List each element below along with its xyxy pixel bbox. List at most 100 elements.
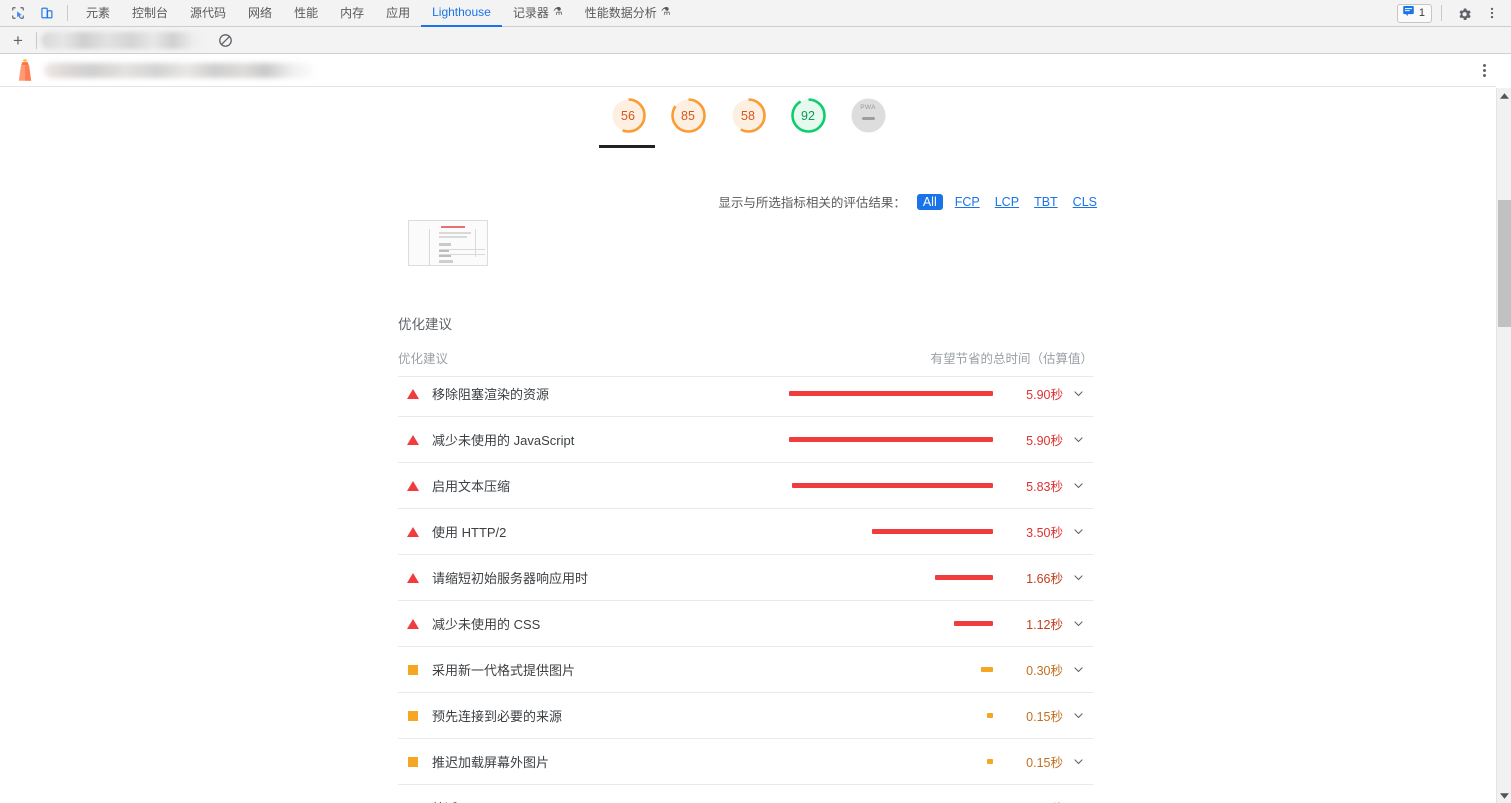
severity-medium-square-icon bbox=[398, 757, 428, 767]
gear-icon[interactable] bbox=[1451, 2, 1477, 24]
filter-pill-cls[interactable]: CLS bbox=[1070, 194, 1100, 210]
experimental-flask-icon: ⚗ bbox=[661, 7, 671, 18]
severity-high-triangle-icon bbox=[398, 435, 428, 445]
opportunities-table: 移除阻塞渲染的资源5.90秒减少未使用的 JavaScript5.90秒启用文本… bbox=[398, 371, 1093, 803]
gauge-performance[interactable]: 56 bbox=[609, 96, 648, 135]
tab-elements[interactable]: 元素 bbox=[75, 0, 121, 27]
table-row[interactable]: 减少未使用的 JavaScript5.90秒 bbox=[398, 417, 1093, 463]
scroll-down-arrow-icon[interactable] bbox=[1497, 788, 1511, 803]
savings-bar-cell bbox=[769, 529, 1001, 534]
no-entry-icon[interactable] bbox=[218, 33, 233, 48]
message-count-button[interactable]: 1 bbox=[1397, 4, 1432, 23]
scrollbar-thumb[interactable] bbox=[1498, 200, 1511, 327]
report-menu-icon[interactable] bbox=[1483, 64, 1486, 77]
audit-title: 启用文本压缩 bbox=[428, 476, 769, 495]
tab-lighthouse[interactable]: Lighthouse bbox=[421, 0, 502, 27]
gauge-pwa-label: PWA bbox=[849, 104, 888, 111]
tab-recorder[interactable]: 记录器 ⚗ bbox=[502, 0, 574, 27]
tab-label: Lighthouse bbox=[432, 5, 491, 19]
gauge-score-label: 85 bbox=[669, 96, 708, 135]
savings-bar bbox=[981, 667, 993, 672]
savings-time-label: 0.15秒 bbox=[1001, 798, 1063, 803]
table-row[interactable]: 移除阻塞渲染的资源5.90秒 bbox=[398, 371, 1093, 417]
gauge-pwa[interactable]: PWA bbox=[849, 96, 888, 135]
gauge-best-practices[interactable]: 58 bbox=[729, 96, 768, 135]
lighthouse-toolbar-divider bbox=[36, 32, 37, 49]
message-count-label: 1 bbox=[1419, 7, 1425, 19]
report-header bbox=[0, 54, 1496, 87]
triangle-icon bbox=[407, 573, 419, 583]
gauge-seo[interactable]: 92 bbox=[789, 96, 828, 135]
tab-label: 元素 bbox=[86, 4, 110, 21]
severity-high-triangle-icon bbox=[398, 619, 428, 629]
experimental-flask-icon: ⚗ bbox=[553, 7, 563, 18]
table-row[interactable]: 推迟加载屏幕外图片0.15秒 bbox=[398, 739, 1093, 785]
tab-performance-insights[interactable]: 性能数据分析 ⚗ bbox=[574, 0, 682, 27]
tab-memory[interactable]: 内存 bbox=[329, 0, 375, 27]
table-row[interactable]: 减少未使用的 CSS1.12秒 bbox=[398, 601, 1093, 647]
chevron-down-icon[interactable] bbox=[1063, 709, 1093, 722]
triangle-icon bbox=[407, 527, 419, 537]
audit-title: 使用 HTTP/2 bbox=[428, 522, 769, 541]
device-toolbar-icon[interactable] bbox=[34, 2, 60, 24]
savings-bar-cell bbox=[769, 713, 1001, 718]
chevron-down-icon[interactable] bbox=[1063, 571, 1093, 584]
more-vertical-icon[interactable] bbox=[1479, 2, 1505, 24]
scroll-up-arrow-icon[interactable] bbox=[1497, 88, 1511, 103]
tab-sources[interactable]: 源代码 bbox=[179, 0, 237, 27]
table-row[interactable]: 请缩短初始服务器响应用时1.66秒 bbox=[398, 555, 1093, 601]
table-row[interactable]: 采用新一代格式提供图片0.30秒 bbox=[398, 647, 1093, 693]
filter-pill-tbt[interactable]: TBT bbox=[1031, 194, 1061, 210]
tab-label: 记录器 bbox=[513, 4, 549, 21]
savings-time-label: 1.12秒 bbox=[1001, 614, 1063, 633]
chevron-down-icon[interactable] bbox=[1063, 617, 1093, 630]
savings-bar-cell bbox=[769, 575, 1001, 580]
audit-title: 请缩短初始服务器响应用时 bbox=[428, 568, 769, 587]
audit-title: 减少未使用的 JavaScript bbox=[428, 430, 769, 449]
tab-label: 控制台 bbox=[132, 4, 168, 21]
filter-pill-fcp[interactable]: FCP bbox=[952, 194, 983, 210]
chevron-down-icon[interactable] bbox=[1063, 755, 1093, 768]
savings-bar bbox=[789, 391, 993, 396]
column-header-name: 优化建议 bbox=[398, 348, 448, 367]
gauge-accessibility[interactable]: 85 bbox=[669, 96, 708, 135]
chevron-down-icon[interactable] bbox=[1063, 387, 1093, 400]
gauge-pwa-dash-icon bbox=[862, 117, 875, 120]
report-selector-blurred[interactable] bbox=[41, 32, 206, 49]
table-row[interactable]: 启用文本压缩 5.83秒 bbox=[398, 463, 1093, 509]
new-report-button[interactable]: + bbox=[4, 29, 32, 51]
audit-title: 预先连接到必要的来源 bbox=[428, 706, 769, 725]
table-row[interactable]: 使用 HTTP/23.50秒 bbox=[398, 509, 1093, 555]
tab-network[interactable]: 网络 bbox=[237, 0, 283, 27]
audit-title: 推迟加载屏幕外图片 bbox=[428, 752, 769, 771]
filter-pill-lcp[interactable]: LCP bbox=[992, 194, 1022, 210]
tab-application[interactable]: 应用 bbox=[375, 0, 421, 27]
column-header-savings: 有望节省的总时间（估算值） bbox=[930, 348, 1093, 367]
table-row[interactable]: 预先连接到必要的来源0.15秒 bbox=[398, 693, 1093, 739]
savings-time-label: 0.30秒 bbox=[1001, 660, 1063, 679]
toolbar-divider bbox=[67, 5, 68, 21]
savings-bar-cell bbox=[769, 667, 1001, 672]
savings-time-label: 5.90秒 bbox=[1001, 384, 1063, 403]
savings-bar bbox=[789, 437, 993, 442]
savings-bar bbox=[954, 621, 993, 626]
tab-console[interactable]: 控制台 bbox=[121, 0, 179, 27]
inspect-element-icon[interactable] bbox=[5, 2, 31, 24]
tab-label: 网络 bbox=[248, 4, 272, 21]
triangle-icon bbox=[407, 619, 419, 629]
chevron-down-icon[interactable] bbox=[1063, 663, 1093, 676]
chevron-down-icon[interactable] bbox=[1063, 433, 1093, 446]
table-row[interactable]: 缩减 JavaScript0.15秒 bbox=[398, 785, 1093, 803]
savings-bar bbox=[872, 529, 993, 534]
toolbar-icon-group bbox=[0, 2, 60, 24]
vertical-scrollbar[interactable] bbox=[1496, 88, 1511, 803]
savings-time-label: 5.83秒 bbox=[1001, 476, 1063, 495]
chevron-down-icon[interactable] bbox=[1063, 479, 1093, 492]
opportunities-section-title: 优化建议 bbox=[398, 313, 452, 333]
tab-performance[interactable]: 性能 bbox=[283, 0, 329, 27]
savings-bar-cell bbox=[769, 759, 1001, 764]
severity-medium-square-icon bbox=[398, 665, 428, 675]
chevron-down-icon[interactable] bbox=[1063, 525, 1093, 538]
filter-pill-all[interactable]: All bbox=[917, 194, 943, 210]
devtools-toolbar: 元素 控制台 源代码 网络 性能 内存 应用 Lighthouse 记录器 ⚗ … bbox=[0, 0, 1511, 27]
